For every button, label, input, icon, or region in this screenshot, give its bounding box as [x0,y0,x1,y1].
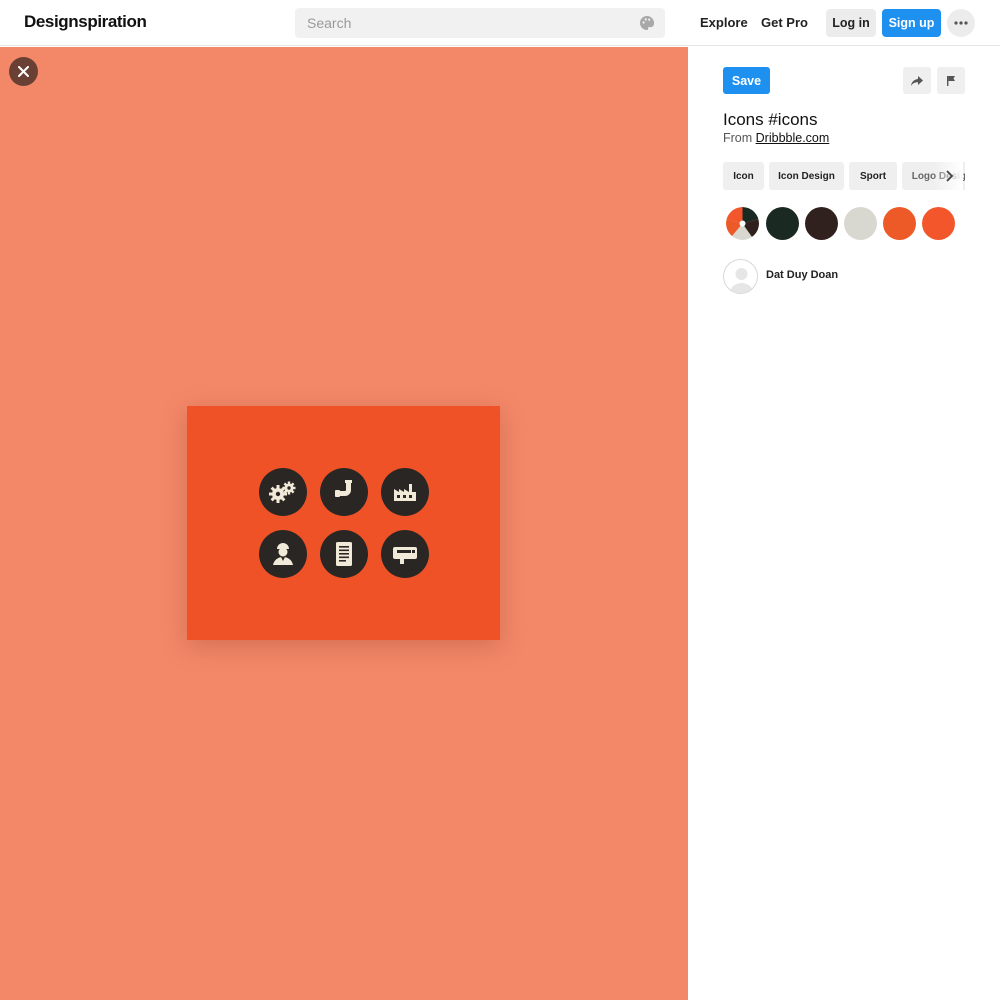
share-icon [911,75,923,86]
user-icon [729,268,754,293]
nav-explore[interactable]: Explore [700,15,748,30]
tag-icon-design[interactable]: Icon Design [769,162,844,190]
worker-icon [259,530,307,578]
document-icon [320,530,368,578]
color-palette-swatch[interactable] [726,207,759,240]
search-bar[interactable] [295,8,665,38]
pipe-icon [320,468,368,516]
source-link[interactable]: Dribbble.com [756,131,830,145]
site-logo[interactable]: Designspiration [24,12,147,32]
save-button[interactable]: Save [723,67,770,94]
source-line: From Dribbble.com [723,131,829,145]
tag-list: Icon Icon Design Sport Logo Design [723,162,965,191]
color-swatch-2[interactable] [805,207,838,240]
author-avatar[interactable] [723,259,758,294]
pin-title: Icons #icons [723,110,818,129]
from-label: From [723,131,753,145]
login-button[interactable]: Log in [826,9,876,37]
nav-get-pro[interactable]: Get Pro [761,15,808,30]
top-header: Designspiration Explore Get Pro Log in S… [0,0,1000,46]
image-stage [0,47,688,1000]
author-name[interactable]: Dat Duy Doan [766,269,838,281]
color-swatch-3[interactable] [844,207,877,240]
share-button[interactable] [903,67,931,94]
flag-button[interactable] [937,67,965,94]
color-swatch-1[interactable] [766,207,799,240]
color-swatch-5[interactable] [922,207,955,240]
artwork-image[interactable] [187,406,500,640]
color-swatch-4[interactable] [883,207,916,240]
close-icon [18,66,29,77]
signup-button[interactable]: Sign up [882,9,941,37]
factory-icon [381,468,429,516]
more-button[interactable] [947,9,975,37]
search-input[interactable] [295,8,635,38]
gears-icon [259,468,307,516]
tag-icon[interactable]: Icon [723,162,764,190]
palette-icon[interactable] [639,15,655,31]
chevron-right-icon[interactable] [942,169,956,183]
detail-sidebar: Save Icons #icons From Dribbble.com Icon… [688,47,1000,1000]
more-dots-icon [954,21,968,25]
tag-sport[interactable]: Sport [849,162,897,190]
close-button[interactable] [9,57,38,86]
machine-icon [381,530,429,578]
flag-icon [947,75,955,86]
